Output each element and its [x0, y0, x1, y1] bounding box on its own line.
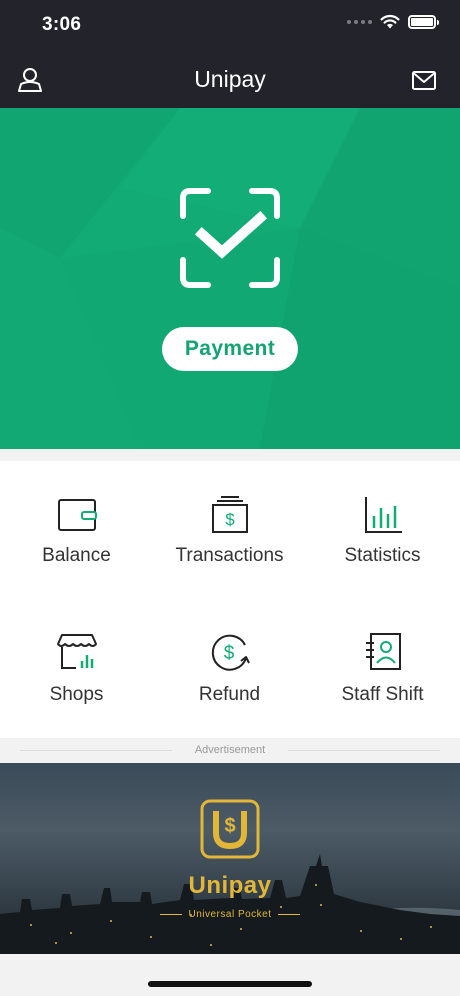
app-header: 3:06 Unipay	[0, 0, 460, 108]
menu-label: Statistics	[344, 545, 421, 566]
cash-register-icon: $	[212, 496, 248, 533]
status-icons	[347, 14, 439, 29]
menu-item-staff-shift[interactable]: Staff Shift	[306, 600, 459, 738]
menu-label: Balance	[42, 545, 111, 566]
home-indicator[interactable]	[148, 981, 312, 987]
bar-chart-icon	[365, 497, 402, 533]
ad-brand-name: Unipay	[188, 872, 272, 899]
ad-banner[interactable]: $ Unipay Universal Pocket	[0, 763, 460, 954]
menu-label: Transactions	[175, 545, 284, 566]
staff-contact-icon	[366, 633, 401, 670]
menu-label: Staff Shift	[341, 684, 424, 705]
divider	[288, 750, 440, 751]
menu-label: Shops	[49, 684, 104, 705]
shop-icon	[57, 634, 97, 669]
status-time: 3:06	[42, 14, 82, 35]
menu-item-statistics[interactable]: Statistics	[306, 461, 459, 599]
svg-text:$: $	[224, 815, 235, 837]
menu-item-transactions[interactable]: $ Transactions	[153, 461, 306, 599]
wallet-icon	[58, 499, 97, 531]
mail-icon[interactable]	[411, 66, 439, 94]
menu-item-refund[interactable]: $ Refund	[153, 600, 306, 738]
wifi-icon	[380, 14, 400, 29]
battery-icon	[408, 14, 439, 29]
svg-text:$: $	[225, 510, 235, 529]
ad-tagline: Universal Pocket	[0, 909, 460, 920]
scan-check-icon[interactable]	[180, 188, 280, 288]
svg-text:$: $	[224, 643, 235, 664]
signal-icon	[347, 19, 372, 24]
refund-icon: $	[211, 634, 250, 671]
unipay-logo-icon: $	[200, 799, 260, 859]
menu-label: Refund	[198, 684, 261, 705]
app-title: Unipay	[194, 66, 266, 92]
menu-item-shops[interactable]: Shops	[0, 600, 153, 738]
menu-grid: Balance $ Transactions Statistics Shops …	[0, 461, 460, 738]
ad-separator: Advertisement	[0, 738, 460, 763]
menu-item-balance[interactable]: Balance	[0, 461, 153, 599]
payment-button[interactable]: Payment	[162, 327, 298, 371]
payment-hero: Payment	[0, 108, 460, 449]
